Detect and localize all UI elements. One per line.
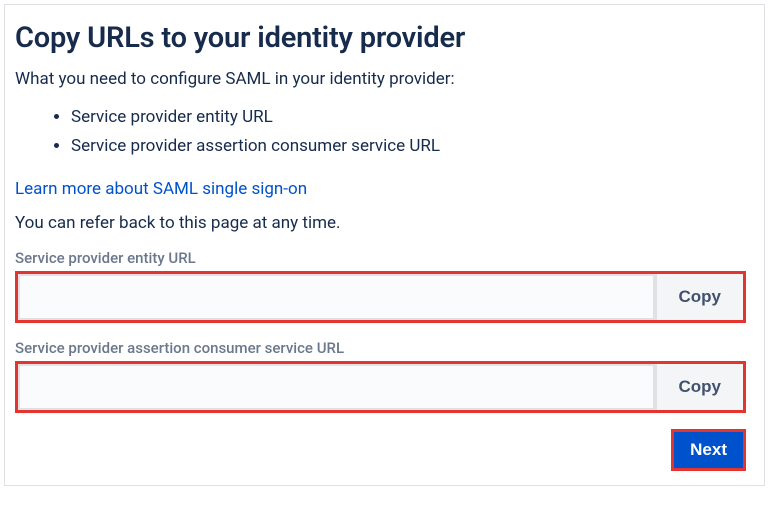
acs-url-group: Copy [15, 361, 746, 413]
intro-text: What you need to configure SAML in your … [15, 69, 746, 89]
list-item: Service provider assertion consumer serv… [71, 132, 746, 161]
refer-text: You can refer back to this page at any t… [15, 213, 746, 233]
learn-more-link[interactable]: Learn more about SAML single sign-on [15, 179, 307, 199]
copy-entity-url-button[interactable]: Copy [655, 274, 744, 320]
acs-url-label: Service provider assertion consumer serv… [15, 339, 746, 357]
next-button-highlight: Next [671, 429, 746, 471]
list-item: Service provider entity URL [71, 103, 746, 132]
entity-url-input[interactable] [18, 274, 655, 320]
saml-urls-panel: Copy URLs to your identity provider What… [4, 4, 765, 486]
entity-url-label: Service provider entity URL [15, 249, 746, 267]
requirements-list: Service provider entity URL Service prov… [15, 103, 746, 161]
footer-actions: Next [15, 429, 746, 471]
acs-url-input[interactable] [18, 364, 655, 410]
entity-url-group: Copy [15, 271, 746, 323]
page-title: Copy URLs to your identity provider [15, 21, 746, 55]
next-button[interactable]: Next [674, 432, 743, 468]
copy-acs-url-button[interactable]: Copy [655, 364, 744, 410]
